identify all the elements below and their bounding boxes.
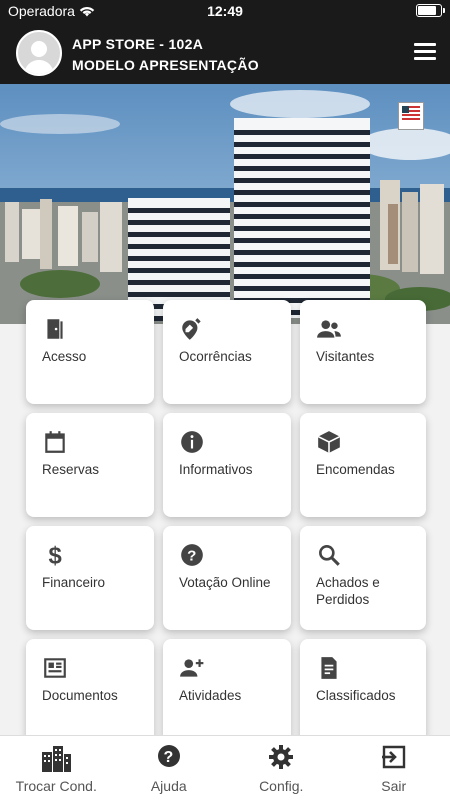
tower-stripe: [234, 214, 370, 219]
card-classificados[interactable]: Classificados: [300, 639, 426, 743]
nav-label: Config.: [259, 778, 304, 794]
tower-stripe: [128, 256, 230, 261]
card-votacao-online[interactable]: ? Votação Online: [163, 526, 291, 630]
nav-label: Ajuda: [150, 778, 187, 794]
battery-level: [418, 6, 436, 15]
svg-text:$: $: [49, 543, 62, 568]
city-skyline-illustration: [0, 84, 450, 324]
user-silhouette-icon: [24, 41, 54, 74]
card-label: Informativos: [179, 462, 253, 477]
header-title: APP STORE - 102A: [72, 36, 204, 52]
nav-label: Sair: [381, 778, 407, 794]
dollar-icon: $: [42, 542, 68, 570]
tower-stripe: [128, 268, 230, 273]
svg-text:?: ?: [163, 749, 173, 766]
status-time: 12:49: [207, 3, 243, 19]
tower-stripe: [234, 166, 370, 171]
header-titles: APP STORE - 102A MODELO APRESENTAÇÃO: [72, 34, 259, 76]
card-atividades[interactable]: Atividades: [163, 639, 291, 743]
hamburger-icon[interactable]: [414, 43, 436, 61]
tower-stripe: [128, 232, 230, 237]
logout-icon: [378, 742, 410, 774]
card-label: Achados e Perdidos: [316, 575, 380, 607]
search-icon: [316, 542, 342, 568]
tower-stripe: [128, 244, 230, 249]
card-label: Encomendas: [316, 462, 395, 477]
tower-stripe: [128, 220, 230, 225]
bottom-navigation: Trocar Cond. ? Ajuda Config. Sair: [0, 735, 450, 800]
people-icon: [316, 316, 342, 342]
hero-image: [0, 84, 450, 324]
tower-stripe: [234, 286, 370, 291]
tower-stripe: [234, 238, 370, 243]
tower-stripe: [234, 262, 370, 267]
tower-stripe: [234, 130, 370, 135]
card-informativos[interactable]: Informativos: [163, 413, 291, 517]
card-ocorrencias[interactable]: Ocorrências: [163, 300, 291, 404]
card-reservas[interactable]: Reservas: [26, 413, 154, 517]
door-icon: [42, 316, 68, 342]
card-label: Reservas: [42, 462, 100, 477]
tower-stripe: [234, 142, 370, 147]
card-label: Atividades: [179, 688, 242, 703]
nav-sair[interactable]: Sair: [338, 736, 450, 800]
bahia-badge-icon: [398, 102, 424, 130]
feature-grid: Acesso Ocorrências Visitantes Reservas I…: [26, 300, 426, 743]
package-icon: [316, 429, 342, 455]
card-label: Classificados: [316, 688, 396, 703]
nav-ajuda[interactable]: ? Ajuda: [113, 736, 226, 800]
tower-stripe: [234, 226, 370, 231]
pin-edit-icon: [179, 316, 205, 342]
newspaper-icon: [42, 655, 68, 681]
gear-icon: [265, 742, 297, 774]
card-label: Financeiro: [42, 575, 106, 590]
header-subtitle: MODELO APRESENTAÇÃO: [72, 57, 259, 73]
nav-trocar-condominio[interactable]: Trocar Cond.: [0, 736, 113, 800]
card-label: Acesso: [42, 349, 87, 364]
card-label: Votação Online: [179, 575, 271, 590]
tower-stripe: [234, 154, 370, 159]
info-icon: [179, 429, 205, 455]
card-visitantes[interactable]: Visitantes: [300, 300, 426, 404]
card-documentos[interactable]: Documentos: [26, 639, 154, 743]
card-label: Ocorrências: [179, 349, 252, 364]
tower-stripe: [234, 190, 370, 195]
tower-stripe: [128, 292, 230, 297]
card-encomendas[interactable]: Encomendas: [300, 413, 426, 517]
avatar[interactable]: [16, 30, 62, 76]
tower-stripe: [234, 202, 370, 207]
card-label: Visitantes: [316, 349, 375, 364]
app-header: Operadora 12:49 APP STORE - 102A MODELO …: [0, 0, 450, 84]
tower-stripe: [128, 208, 230, 213]
card-label: Documentos: [42, 688, 118, 703]
help-icon: ?: [153, 742, 185, 774]
question-icon: ?: [179, 542, 205, 568]
battery-icon: [416, 4, 445, 17]
tower-stripe: [128, 280, 230, 285]
svg-text:?: ?: [187, 547, 196, 564]
card-achados-e-perdidos[interactable]: Achados e Perdidos: [300, 526, 426, 630]
nav-config[interactable]: Config.: [225, 736, 338, 800]
nav-label: Trocar Cond.: [15, 778, 97, 794]
document-icon: [316, 655, 342, 681]
tower-stripe: [234, 178, 370, 183]
person-add-icon: [179, 655, 205, 681]
tower-stripe: [234, 274, 370, 279]
calendar-icon: [42, 429, 68, 455]
card-acesso[interactable]: Acesso: [26, 300, 154, 404]
tower-stripe: [234, 250, 370, 255]
buildings-icon: [40, 742, 72, 774]
card-financeiro[interactable]: $ Financeiro: [26, 526, 154, 630]
status-bar: Operadora 12:49: [0, 0, 450, 22]
